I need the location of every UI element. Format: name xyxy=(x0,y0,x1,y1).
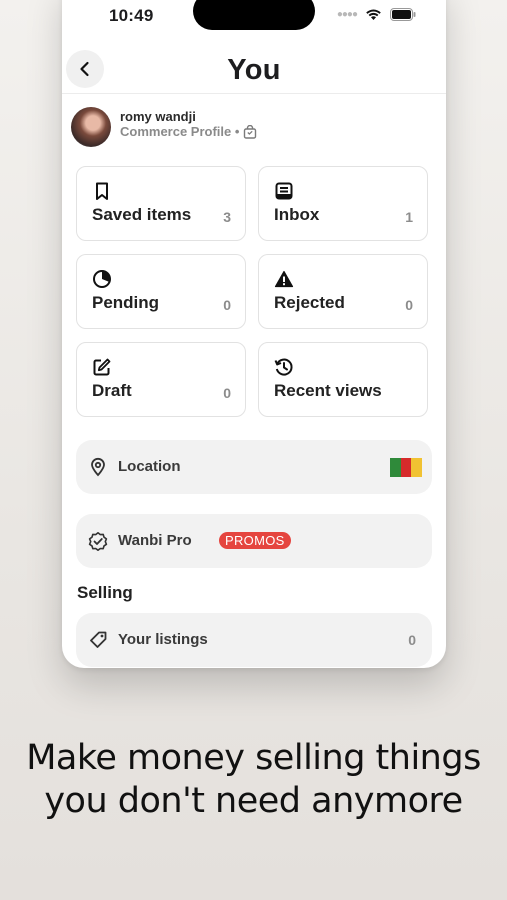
location-row[interactable]: Location xyxy=(76,440,432,494)
verified-badge-icon xyxy=(88,532,108,551)
inbox-card[interactable]: Inbox 1 xyxy=(258,166,428,241)
selling-section-title: Selling xyxy=(77,583,133,602)
page-title: You xyxy=(227,54,281,86)
your-listings-count: 0 xyxy=(408,632,416,648)
your-listings-row[interactable]: Your listings 0 xyxy=(76,613,432,667)
card-count: 1 xyxy=(405,209,413,225)
card-label: Inbox xyxy=(274,205,320,224)
tagline-line-2: you don't need anymore xyxy=(44,781,463,821)
wifi-icon xyxy=(366,9,381,20)
status-indicators: ●●●● xyxy=(337,8,416,21)
cellular-icon: ●●●● xyxy=(336,9,358,20)
card-label: Pending xyxy=(92,293,160,312)
tagline-line-1: Make money selling things xyxy=(26,738,481,778)
card-count: 0 xyxy=(223,385,231,401)
recent-views-card[interactable]: Recent views xyxy=(258,342,428,417)
promos-badge: PROMOS xyxy=(219,532,291,549)
wanbi-pro-label: Wanbi Pro xyxy=(118,532,192,549)
card-label: Saved items xyxy=(92,205,192,224)
map-pin-icon xyxy=(91,457,105,477)
your-listings-label: Your listings xyxy=(118,631,208,648)
history-icon xyxy=(274,358,293,376)
wanbi-pro-row[interactable]: Wanbi Pro PROMOS xyxy=(76,514,432,568)
pie-clock-icon xyxy=(93,270,111,288)
status-time: 10:49 xyxy=(109,6,154,25)
card-label: Draft xyxy=(92,381,132,400)
phone-screen: 10:49 ●●●● You romy wandji Commerce Prof… xyxy=(62,0,446,668)
promo-tagline: Make money selling things you don't need… xyxy=(0,737,507,823)
bookmark-icon xyxy=(96,182,108,200)
draft-card[interactable]: Draft 0 xyxy=(76,342,246,417)
status-bar: 10:49 ●●●● xyxy=(62,0,446,36)
rejected-card[interactable]: Rejected 0 xyxy=(258,254,428,329)
edit-icon xyxy=(93,358,111,376)
battery-icon xyxy=(390,8,416,21)
card-count: 0 xyxy=(223,297,231,313)
profile-subtitle-row[interactable]: Commerce Profile • xyxy=(120,124,257,139)
avatar[interactable] xyxy=(71,107,111,147)
card-count: 0 xyxy=(405,297,413,313)
header-divider xyxy=(62,93,446,94)
shopping-bag-icon xyxy=(244,124,257,139)
location-label: Location xyxy=(118,458,181,475)
card-label: Rejected xyxy=(274,293,345,312)
card-count: 3 xyxy=(223,209,231,225)
dynamic-island xyxy=(193,0,315,30)
tag-icon xyxy=(90,631,107,648)
profile-name[interactable]: romy wandji xyxy=(120,109,196,124)
pending-card[interactable]: Pending 0 xyxy=(76,254,246,329)
warning-icon xyxy=(274,270,294,288)
profile-subtitle: Commerce Profile • xyxy=(120,124,240,139)
cameroon-flag-icon xyxy=(390,458,423,477)
card-label: Recent views xyxy=(274,381,382,400)
inbox-icon xyxy=(275,182,293,200)
saved-items-card[interactable]: Saved items 3 xyxy=(76,166,246,241)
